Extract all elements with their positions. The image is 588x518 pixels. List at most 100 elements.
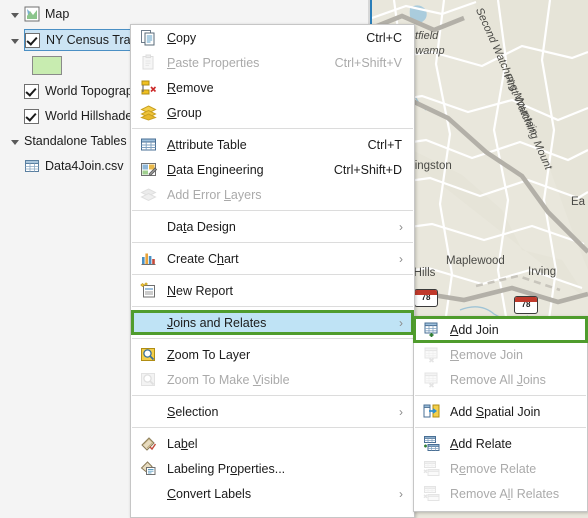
layer-visibility-checkbox[interactable] xyxy=(25,32,40,48)
layer-symbol-swatch-row xyxy=(32,54,62,76)
tree-row-standalone-tables[interactable]: Standalone Tables xyxy=(10,130,127,152)
menu-item-data-engineering[interactable]: Data Engineering Ctrl+Shift+D xyxy=(131,157,414,182)
submenu-item-remove-join: Remove Join xyxy=(414,342,587,367)
no-icon xyxy=(139,485,157,503)
menu-separator xyxy=(132,395,413,396)
menu-item-label: Data Engineering xyxy=(167,162,264,177)
no-icon xyxy=(139,403,157,421)
menu-item-label: Add Error Layers xyxy=(167,187,262,202)
map-root-label: Map xyxy=(45,7,70,21)
collapse-arrow-icon[interactable] xyxy=(10,35,21,46)
remove-relate-icon xyxy=(422,460,440,478)
menu-item-create-chart[interactable]: Create Chart › xyxy=(131,246,414,271)
layer-visibility-checkbox[interactable] xyxy=(24,108,39,124)
menu-item-copy[interactable]: Copy Ctrl+C xyxy=(131,25,414,50)
tree-row-ny-census-tract[interactable]: NY Census Tract xyxy=(24,29,140,51)
submenu-item-add-spatial-join[interactable]: Add Spatial Join xyxy=(414,399,587,424)
menu-item-label: Zoom To Make Visible xyxy=(167,372,290,387)
submenu-item-remove-all-relates: Remove All Relates xyxy=(414,481,587,506)
menu-item-label: New Report xyxy=(167,283,234,298)
menu-item-label: Copy xyxy=(167,30,197,45)
submenu-item-label: Add Spatial Join xyxy=(450,404,541,419)
tree-row-map[interactable]: Map xyxy=(10,3,69,25)
menu-item-label: Remove xyxy=(167,80,214,95)
attribute-table-icon xyxy=(139,136,157,154)
submenu-item-add-join[interactable]: Add Join xyxy=(413,316,588,343)
joins-and-relates-submenu[interactable]: Add Join Remove Join Remove All Joins Ad… xyxy=(413,316,588,512)
tree-row-world-hillshade[interactable]: World Hillshade xyxy=(24,105,132,127)
menu-item-label: Group xyxy=(167,105,202,120)
submenu-item-label: Add Join xyxy=(450,322,499,337)
submenu-item-remove-all-joins: Remove All Joins xyxy=(414,367,587,392)
zoom-to-layer-icon xyxy=(139,346,157,364)
no-icon xyxy=(139,314,157,332)
remove-all-joins-icon xyxy=(422,371,440,389)
map-label: Ea xyxy=(571,196,586,208)
menu-separator xyxy=(132,242,413,243)
menu-item-selection[interactable]: Selection › xyxy=(131,399,414,424)
zoom-visible-icon xyxy=(139,371,157,389)
map-label: Maplewood xyxy=(446,255,505,267)
remove-layer-icon xyxy=(139,79,157,97)
menu-item-label[interactable]: Label xyxy=(131,431,414,456)
arcgis-pro-window: Hatfield Swamp s Second Watchung Mountai… xyxy=(0,0,588,518)
menu-item-new-report[interactable]: New Report xyxy=(131,278,414,303)
route-shield: 78 xyxy=(414,289,438,307)
menu-item-label: Labeling Properties... xyxy=(167,461,286,476)
menu-separator xyxy=(132,338,413,339)
submenu-item-label: Remove Relate xyxy=(450,461,537,476)
chevron-right-icon: › xyxy=(399,315,403,330)
submenu-item-label: Remove All Relates xyxy=(450,486,560,501)
chevron-right-icon: › xyxy=(399,404,403,419)
tree-row-world-topographic[interactable]: World Topograp xyxy=(24,80,133,102)
menu-item-label: Convert Labels xyxy=(167,486,252,501)
menu-item-label: Selection xyxy=(167,404,219,419)
menu-separator xyxy=(132,128,413,129)
add-spatial-join-icon xyxy=(422,403,440,421)
menu-item-label: Label xyxy=(167,436,198,451)
collapse-arrow-icon[interactable] xyxy=(10,136,21,147)
collapse-arrow-icon[interactable] xyxy=(10,9,21,20)
submenu-item-label: Add Relate xyxy=(450,436,512,451)
tree-row-ny-census-tract-twisty[interactable] xyxy=(10,29,24,51)
menu-item-label: Create Chart xyxy=(167,251,239,266)
menu-item-paste-properties: Paste Properties Ctrl+Shift+V xyxy=(131,50,414,75)
submenu-item-label: Remove All Joins xyxy=(450,372,546,387)
labeling-properties-icon xyxy=(139,460,157,478)
menu-item-zoom-to-layer[interactable]: Zoom To Layer xyxy=(131,342,414,367)
menu-item-zoom-to-make-visible: Zoom To Make Visible xyxy=(131,367,414,392)
error-layers-icon xyxy=(139,186,157,204)
menu-item-accelerator: Ctrl+Shift+D xyxy=(333,162,402,177)
add-relate-icon xyxy=(422,435,440,453)
standalone-tables-label: Standalone Tables xyxy=(24,134,127,148)
menu-separator xyxy=(132,427,413,428)
submenu-item-add-relate[interactable]: Add Relate xyxy=(414,431,587,456)
submenu-item-remove-relate: Remove Relate xyxy=(414,456,587,481)
submenu-item-label: Remove Join xyxy=(450,347,523,362)
new-report-icon xyxy=(139,282,157,300)
remove-join-icon xyxy=(422,346,440,364)
menu-item-attribute-table[interactable]: Attribute Table Ctrl+T xyxy=(131,132,414,157)
layer-visibility-checkbox[interactable] xyxy=(24,83,39,99)
copy-icon xyxy=(139,29,157,47)
menu-item-label: Data Design xyxy=(167,219,236,234)
menu-item-joins-and-relates[interactable]: Joins and Relates › xyxy=(131,310,414,335)
map-icon xyxy=(24,6,40,22)
menu-item-label: Paste Properties xyxy=(167,55,260,70)
menu-item-add-error-layers: Add Error Layers xyxy=(131,182,414,207)
menu-item-convert-labels[interactable]: Convert Labels › xyxy=(131,481,414,506)
tree-row-data4join-csv[interactable]: Data4Join.csv xyxy=(24,155,124,177)
menu-item-data-design[interactable]: Data Design › xyxy=(131,214,414,239)
no-icon xyxy=(139,218,157,236)
chevron-right-icon: › xyxy=(399,251,403,266)
table-icon xyxy=(24,158,40,174)
layer-context-menu[interactable]: Copy Ctrl+C Paste Properties Ctrl+Shift+… xyxy=(130,24,415,518)
menu-item-remove[interactable]: Remove xyxy=(131,75,414,100)
menu-separator xyxy=(132,306,413,307)
menu-item-labeling-properties[interactable]: Labeling Properties... xyxy=(131,456,414,481)
menu-item-label: Zoom To Layer xyxy=(167,347,251,362)
menu-item-group[interactable]: Group xyxy=(131,100,414,125)
paste-icon xyxy=(139,54,157,72)
chevron-right-icon: › xyxy=(399,486,403,501)
submenu-separator xyxy=(415,427,586,428)
